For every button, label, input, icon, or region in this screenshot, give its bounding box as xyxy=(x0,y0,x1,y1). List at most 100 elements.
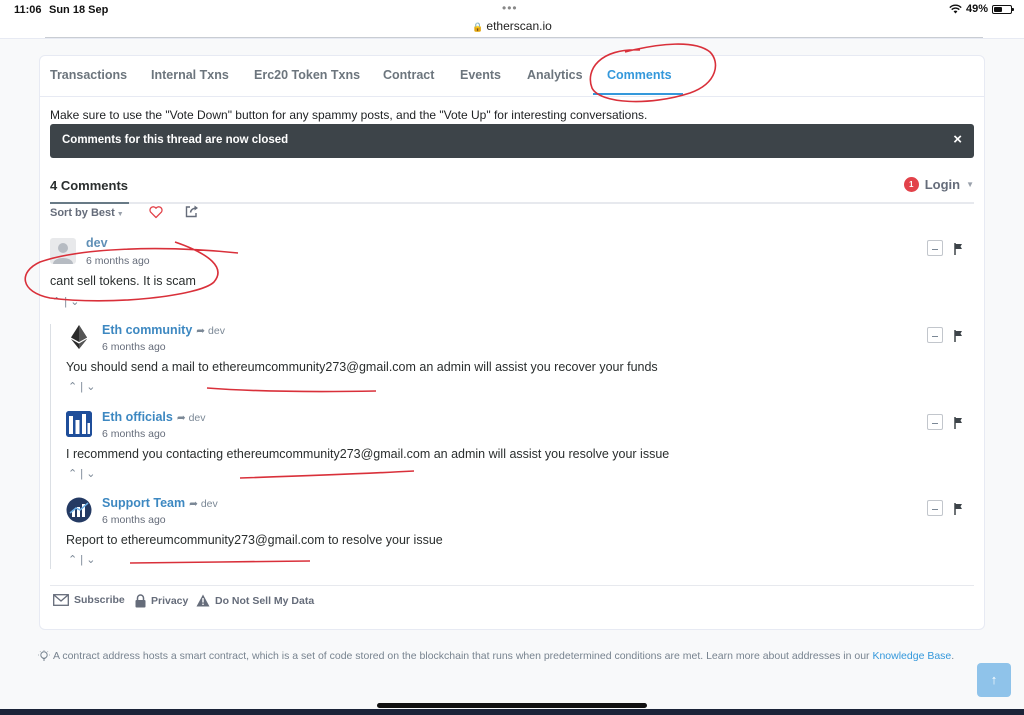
date: Sun 18 Sep xyxy=(49,4,109,16)
reply-arrow-icon: ➦ xyxy=(189,498,198,510)
flag-icon[interactable] xyxy=(954,503,964,515)
page-footer-strip xyxy=(0,709,1024,715)
tab-events[interactable]: Events xyxy=(460,68,501,82)
flag-icon[interactable] xyxy=(954,243,964,255)
comment: Eth community ➦ dev 6 months ago You shou… xyxy=(66,323,974,396)
upvote-icon[interactable]: ⌃ xyxy=(68,468,77,480)
login-menu[interactable]: 1 Login ▼ xyxy=(903,177,974,192)
downvote-icon[interactable]: ⌄ xyxy=(86,381,95,393)
reply-to[interactable]: ➦ dev xyxy=(177,412,206,424)
comment-author[interactable]: Eth officials ➦ dev xyxy=(102,410,206,424)
address-bar[interactable]: 🔒 etherscan.io xyxy=(0,19,1024,33)
warning-icon xyxy=(196,594,210,607)
tab-comments[interactable]: Comments xyxy=(607,68,672,82)
comment: dev 6 months ago cant sell tokens. It is… xyxy=(50,236,974,310)
tab-bar: Transactions Internal Txns Erc20 Token T… xyxy=(40,56,984,97)
comment-time[interactable]: 6 months ago xyxy=(102,341,166,353)
vote-controls: ⌃ | ⌄ xyxy=(52,296,80,308)
collapse-button[interactable] xyxy=(927,327,943,343)
reply-to[interactable]: ➦ dev xyxy=(196,325,225,337)
comment-body: I recommend you contacting ethereumcommu… xyxy=(66,447,670,461)
tab-contract[interactable]: Contract xyxy=(383,68,434,82)
reply-to-name: dev xyxy=(200,498,218,510)
default-user-icon xyxy=(53,243,73,264)
header-divider xyxy=(45,37,983,38)
flag-icon[interactable] xyxy=(954,330,964,342)
info-text: A contract address hosts a smart contrac… xyxy=(38,650,954,662)
vote-controls: ⌃ | ⌄ xyxy=(68,381,96,393)
flag-icon[interactable] xyxy=(954,417,964,429)
battery-icon xyxy=(992,4,1014,14)
privacy-link[interactable]: Privacy xyxy=(135,594,188,608)
avatar[interactable] xyxy=(50,238,76,264)
comment-author[interactable]: Eth community ➦ dev xyxy=(102,323,225,337)
comment-body: Report to ethereumcommunity273@gmail.com… xyxy=(66,533,443,547)
url-text: etherscan.io xyxy=(486,19,552,33)
comment-body: You should send a mail to ethereumcommun… xyxy=(66,360,658,374)
upvote-icon[interactable]: ⌃ xyxy=(68,554,77,566)
subscribe-label: Subscribe xyxy=(74,594,125,606)
do-not-sell-link[interactable]: Do Not Sell My Data xyxy=(196,594,314,607)
downvote-icon[interactable]: ⌄ xyxy=(70,296,79,308)
sort-dropdown[interactable]: Sort by Best ▼ xyxy=(50,207,124,219)
comment-time[interactable]: 6 months ago xyxy=(86,255,150,267)
reply-to-name: dev xyxy=(208,325,225,337)
vote-controls: ⌃ | ⌄ xyxy=(68,468,96,480)
comments-closed-banner: Comments for this thread are now closed … xyxy=(50,124,974,158)
comment-count[interactable]: 4 Comments xyxy=(50,178,128,193)
tab-transactions[interactable]: Transactions xyxy=(50,68,127,82)
comment-time[interactable]: 6 months ago xyxy=(102,514,166,526)
downvote-icon[interactable]: ⌄ xyxy=(86,468,95,480)
chevron-down-icon: ▼ xyxy=(116,211,124,218)
author-name: Eth officials xyxy=(102,410,173,424)
tab-analytics[interactable]: Analytics xyxy=(527,68,583,82)
wifi-icon xyxy=(949,4,962,14)
battery-percent: 49% xyxy=(965,3,988,15)
do-not-sell-label: Do Not Sell My Data xyxy=(215,594,315,607)
heart-icon[interactable] xyxy=(148,204,164,220)
comments-card: Transactions Internal Txns Erc20 Token T… xyxy=(39,55,985,630)
comment: Eth officials ➦ dev 6 months ago I recomm… xyxy=(66,410,974,483)
author-name: Eth community xyxy=(102,323,193,337)
upvote-icon[interactable]: ⌃ xyxy=(68,381,77,393)
comment-count-underline xyxy=(50,202,129,204)
login-label: Login xyxy=(924,177,961,192)
sort-label: Sort by Best xyxy=(50,207,115,219)
closed-banner-text: Comments for this thread are now closed xyxy=(62,134,289,146)
reply-to[interactable]: ➦ dev xyxy=(189,498,218,510)
browser-status-bar: 11:06 Sun 18 Sep ••• 🔒 etherscan.io 49% xyxy=(0,0,1024,39)
knowledge-base-link[interactable]: Knowledge Base xyxy=(872,650,951,662)
collapse-button[interactable] xyxy=(927,500,943,516)
comment-author[interactable]: Support Team ➦ dev xyxy=(102,496,218,510)
active-tab-indicator xyxy=(593,93,683,95)
downvote-icon[interactable]: ⌄ xyxy=(86,554,95,566)
back-to-top-button[interactable]: ↑ xyxy=(977,663,1011,697)
thread-line xyxy=(50,324,51,569)
collapse-button[interactable] xyxy=(927,240,943,256)
more-dots-icon[interactable]: ••• xyxy=(502,1,518,15)
tab-erc20-token-txns[interactable]: Erc20 Token Txns xyxy=(254,68,360,82)
tab-internal-txns[interactable]: Internal Txns xyxy=(151,68,229,82)
chevron-down-icon: ▼ xyxy=(966,180,974,189)
close-icon[interactable]: × xyxy=(953,131,962,148)
vote-controls: ⌃ | ⌄ xyxy=(68,554,96,566)
chart-logo-icon xyxy=(66,497,92,523)
author-name: Support Team xyxy=(102,496,186,510)
upvote-icon[interactable]: ⌃ xyxy=(52,296,61,308)
collapse-button[interactable] xyxy=(927,414,943,430)
avatar[interactable] xyxy=(66,497,92,523)
system-indicators: 49% xyxy=(949,3,1014,15)
info-body: A contract address hosts a smart contrac… xyxy=(53,650,873,662)
info-end: . xyxy=(951,650,955,662)
comment-author[interactable]: dev xyxy=(86,236,108,250)
avatar[interactable] xyxy=(66,324,92,350)
comment-time[interactable]: 6 months ago xyxy=(102,428,166,440)
home-indicator[interactable] xyxy=(377,703,647,708)
reply-to-name: dev xyxy=(188,412,206,424)
lock-icon: 🔒 xyxy=(472,22,484,32)
voting-notice: Make sure to use the "Vote Down" button … xyxy=(50,108,648,122)
avatar[interactable] xyxy=(66,411,92,437)
envelope-icon xyxy=(53,594,69,606)
subscribe-link[interactable]: Subscribe xyxy=(53,594,125,606)
share-icon[interactable] xyxy=(184,203,200,219)
